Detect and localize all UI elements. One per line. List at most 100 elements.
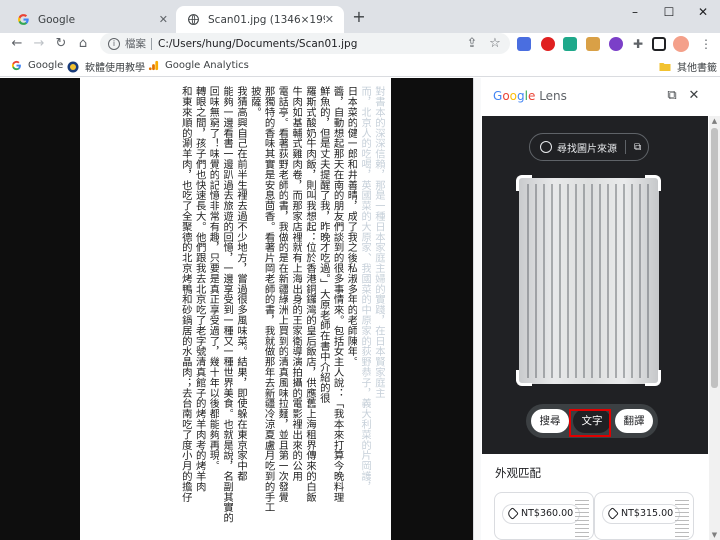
text-column: 而，北京人的吃喝，英國菜的大原家、我國菜的中原家的荻野恭子，義大利菜的片岡護， [359, 86, 372, 492]
extension-icon[interactable] [609, 37, 623, 51]
text-column: 牛肉如基輔式雞肉卷，而那家店裡就有上海出身的王家衛導演拍攝的電影裡出來的公用 [290, 86, 303, 482]
lens-header: Google Lens ⧉ ✕ [481, 78, 720, 114]
price-tag-icon [606, 507, 619, 520]
text-column: 轉眼之間，孩子們也快速長大。他們跟我去北京吃了老字號清真館子的烤羊肉考的烤羊肉 [193, 86, 206, 492]
lens-wordmark: Lens [539, 89, 567, 103]
minimize-button[interactable]: – [618, 0, 652, 24]
lens-scrollbar[interactable]: ▲ ▼ [709, 116, 720, 540]
scrollbar-thumb[interactable] [711, 128, 718, 388]
google-icon [10, 59, 22, 71]
scanned-page: 對書本的深深信賴，那是一種日本家庭主婦的實踐，在日本賢家庭主 而，北京人的吃喝，… [80, 78, 391, 540]
extension-icon[interactable] [586, 37, 600, 51]
text-column: 披薩。 [248, 86, 261, 118]
bookmark-label: Google [28, 59, 64, 71]
price-chip: NT$360.00 [503, 505, 580, 523]
text-column: 我猜高興自己在前半生裡去過不少地方，嘗過很多風味菜。結果，即使躲在東京家中都 [235, 86, 248, 482]
analytics-icon [147, 59, 159, 71]
scroll-up-arrow-icon[interactable]: ▲ [709, 116, 720, 126]
bookmark-google-analytics[interactable]: Google Analytics [147, 59, 249, 71]
text-column: 回味無窮了！味覺的記憶非常有趣，只要是真正享受過了，幾十年以後都能夠再現。 [207, 86, 220, 471]
lens-image-thumbnail[interactable] [519, 178, 659, 384]
text-column: 能夠一邊看書一邊趴過去旅遊的回憶，一邊享受到一種又一種世界美食。也就是說，名副其… [221, 86, 234, 523]
avatar[interactable] [673, 36, 689, 52]
scheme-label: 檔案 [125, 38, 146, 50]
match-thumbnail [675, 497, 689, 537]
side-panel-divider[interactable] [473, 78, 481, 540]
bookmark-google[interactable]: Google [10, 59, 63, 71]
text-column: 那獨特的香味其實是安息茴香。看著片岡老師的書，我就做那年去新疆冷涼夏盧月吃到的手… [262, 86, 275, 513]
open-in-new-tab-icon[interactable]: ⧉ [664, 88, 680, 104]
text-column: 電話亭。看著荻野老師的書，我做的是在新疆綠洲上買到的清真風味拉麵，並且第一次發覺 [276, 86, 289, 502]
share-icon[interactable]: ⇪ [463, 35, 481, 53]
tab-title: Scan01.jpg (1346×1992) [208, 13, 325, 26]
match-thumbnail [575, 497, 589, 537]
forward-arrow-icon[interactable]: → [30, 35, 48, 53]
text-column: 和東來順的涮羊肉，也吃了全聚德的北京烤鴨和砂鍋居的水晶肉；去台南吃了度小月的擔仔 [179, 86, 192, 502]
address-bar[interactable]: i 檔案 C:/Users/hung/Documents/Scan01.jpg [100, 33, 510, 54]
image-viewer: 對書本的深深信賴，那是一種日本家庭主婦的實踐，在日本賢家庭主 而，北京人的吃喝，… [0, 78, 473, 540]
tab-title: Google [38, 13, 76, 26]
google-wordmark: Google [493, 89, 536, 103]
price-chip: NT$315.00 [603, 505, 680, 523]
crop-handle-bottom-right[interactable] [645, 370, 661, 386]
lens-image-area: 尋找圖片來源 ⧉ 搜尋 文字 翻譯 [482, 116, 708, 454]
tab-close-icon[interactable]: ✕ [325, 13, 334, 26]
scroll-down-arrow-icon[interactable]: ▼ [709, 530, 720, 540]
crop-handle-top-right[interactable] [645, 175, 661, 191]
mode-translate-button[interactable]: 翻譯 [615, 409, 653, 433]
reload-icon[interactable]: ↻ [52, 35, 70, 53]
selection-highlight-box [569, 409, 611, 437]
open-external-icon[interactable]: ⧉ [634, 142, 641, 153]
separator [151, 37, 152, 50]
bookmark-software-tutorial[interactable]: 軟體使用教學 [67, 59, 145, 74]
find-source-label: 尋找圖片來源 [557, 143, 617, 155]
folder-icon [659, 61, 671, 73]
back-arrow-icon[interactable]: ← [8, 35, 26, 53]
price-label: NT$315.00 [621, 508, 674, 519]
globe-icon [186, 13, 200, 27]
tab-scan01[interactable]: Scan01.jpg (1346×1992) ✕ [176, 6, 344, 33]
extension-icon[interactable] [563, 37, 577, 51]
price-label: NT$360.00 [521, 508, 574, 519]
google-icon [16, 13, 30, 27]
text-column: 醬，自動想起那天在南的朋友們談到的很多事情來。包括女主人說：「我本來打算今晚料理 [331, 86, 344, 502]
text-column: 對書本的深深信賴，那是一種日本家庭主婦的實踐，在日本賢家庭主 [373, 86, 385, 398]
close-window-button[interactable]: ✕ [686, 0, 720, 24]
separator [625, 140, 626, 154]
tab-close-icon[interactable]: ✕ [159, 13, 168, 26]
match-card[interactable]: NT$360.00 [494, 492, 594, 540]
maximize-button[interactable]: ☐ [652, 0, 686, 24]
find-image-source-button[interactable]: 尋找圖片來源 ⧉ [529, 133, 649, 161]
price-tag-icon [506, 507, 519, 520]
tab-google[interactable]: Google ✕ [6, 6, 178, 33]
mode-search-button[interactable]: 搜尋 [531, 409, 569, 433]
crop-handle-bottom-left[interactable] [516, 370, 532, 386]
bookmark-star-icon[interactable]: ☆ [486, 35, 504, 53]
bookmark-label: 軟體使用教學 [85, 63, 145, 74]
visual-matches-title: 外观匹配 [495, 466, 541, 480]
crop-handle-top-left[interactable] [516, 175, 532, 191]
menu-kebab-icon[interactable]: ⋮ [699, 37, 713, 51]
url-text[interactable]: C:/Users/hung/Documents/Scan01.jpg [158, 38, 357, 50]
translate-extension-icon[interactable] [517, 37, 531, 51]
info-icon[interactable]: i [108, 37, 120, 50]
text-column: 日本菜的健一郎和井善晴，成了我之後私淑多年的老師陳年。 [345, 86, 358, 367]
match-card[interactable]: NT$315.00 [594, 492, 694, 540]
google-lens-panel: Google Lens ⧉ ✕ 尋找圖片來源 ⧉ 搜尋 文字 翻譯 ▲ ▼ 外观… [481, 78, 720, 540]
google-lens-logo: Google Lens [493, 89, 567, 103]
side-panel-icon[interactable] [652, 37, 666, 51]
new-tab-button[interactable]: + [350, 8, 368, 26]
search-icon [540, 141, 552, 153]
blog-icon [67, 61, 79, 73]
bookmark-label: 其他書籤 [677, 63, 717, 74]
bookmark-other[interactable]: 其他書籤 [659, 59, 717, 74]
bookmark-label: Google Analytics [165, 59, 249, 71]
tab-strip: Google ✕ Scan01.jpg (1346×1992) ✕ + – ☐ … [0, 0, 720, 33]
text-column: 鮮魚的，但是丈夫提醒了我，昨晚才吃過。」大原老師在書中介紹的很 [317, 86, 330, 404]
text-column: 羅斯式酸奶牛肉飯，則叫我想起：位於香港銅鑼灣的皇后飯店，供應舊上海租界傳來的白飯 [304, 86, 317, 502]
extensions-puzzle-icon[interactable]: ✚ [631, 37, 645, 51]
bookmarks-bar: Google 軟體使用教學 Google Analytics 其他書籤 [0, 55, 720, 77]
adblock-extension-icon[interactable] [541, 37, 555, 51]
close-icon[interactable]: ✕ [686, 88, 702, 104]
home-icon[interactable]: ⌂ [74, 35, 92, 53]
